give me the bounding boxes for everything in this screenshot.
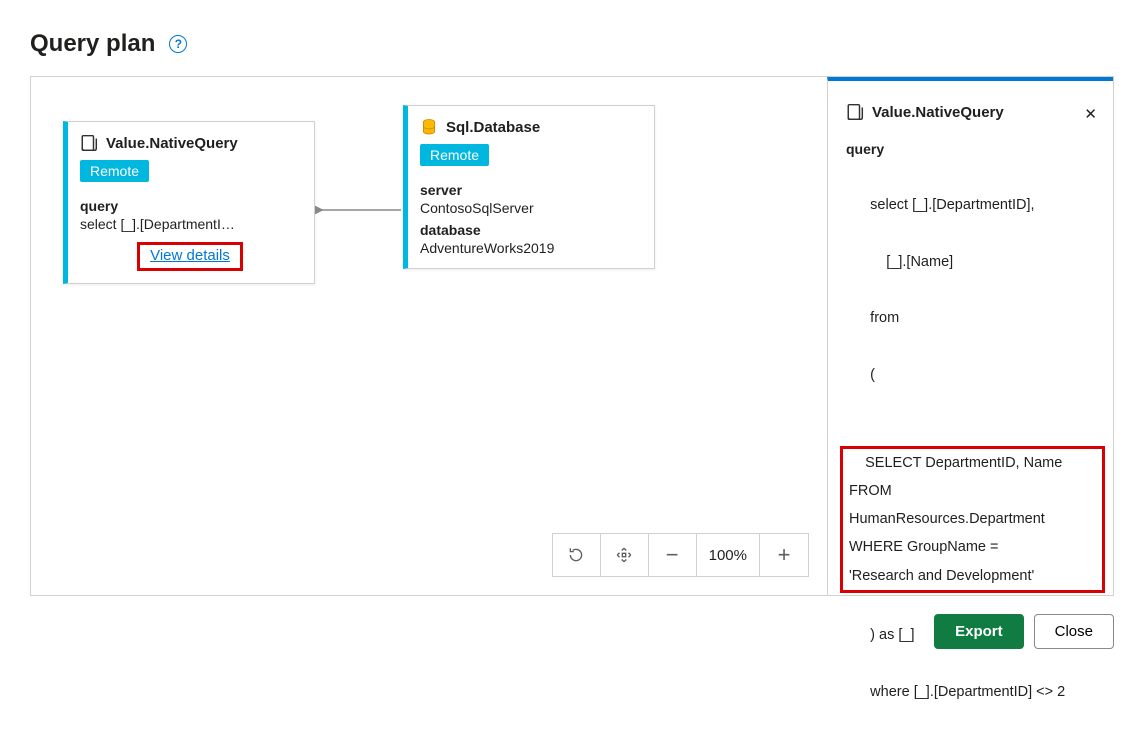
edge-arrow bbox=[315, 203, 403, 217]
zoom-in-button[interactable]: + bbox=[760, 534, 808, 576]
node-sql-database[interactable]: Sql.Database Remote server ContosoSqlSer… bbox=[403, 105, 655, 269]
view-details-highlight: View details bbox=[137, 242, 243, 271]
query-value: select [_].[DepartmentI… bbox=[80, 216, 300, 232]
view-details-link[interactable]: View details bbox=[150, 247, 230, 264]
node-title: Sql.Database bbox=[446, 119, 540, 136]
node-title: Value.NativeQuery bbox=[106, 135, 238, 152]
script-icon bbox=[80, 134, 98, 152]
fit-view-button[interactable] bbox=[601, 534, 649, 576]
help-icon[interactable]: ? bbox=[169, 35, 187, 53]
reset-view-button[interactable] bbox=[553, 534, 601, 576]
zoom-out-button[interactable]: − bbox=[649, 534, 697, 576]
close-icon[interactable]: ✕ bbox=[1084, 105, 1097, 123]
zoom-toolbar: − 100% + bbox=[552, 533, 809, 577]
remote-badge: Remote bbox=[80, 160, 149, 182]
query-plan-body: Value.NativeQuery Remote query select [_… bbox=[30, 76, 1114, 596]
page-title: Query plan bbox=[30, 30, 155, 58]
detail-panel: Value.NativeQuery ✕ query select [_].[De… bbox=[827, 77, 1113, 595]
remote-badge: Remote bbox=[420, 144, 489, 166]
detail-query-label: query bbox=[846, 141, 1097, 157]
highlighted-sql: SELECT DepartmentID, NameFROMHumanResour… bbox=[840, 446, 1105, 593]
detail-query-text: select [_].[DepartmentID], [_].[Name] fr… bbox=[846, 163, 1097, 734]
dialog-header: Query plan ? bbox=[30, 30, 1114, 58]
server-label: server bbox=[420, 182, 640, 198]
database-label: database bbox=[420, 222, 640, 238]
node-header: Value.NativeQuery bbox=[80, 134, 300, 152]
detail-title: Value.NativeQuery bbox=[872, 104, 1004, 121]
zoom-percent: 100% bbox=[697, 534, 760, 576]
node-header: Sql.Database bbox=[420, 118, 640, 136]
detail-header: Value.NativeQuery bbox=[846, 103, 1097, 121]
database-icon bbox=[420, 118, 438, 136]
query-plan-canvas[interactable]: Value.NativeQuery Remote query select [_… bbox=[31, 77, 827, 595]
script-icon bbox=[846, 103, 864, 121]
database-value: AdventureWorks2019 bbox=[420, 240, 640, 256]
node-value-nativequery[interactable]: Value.NativeQuery Remote query select [_… bbox=[63, 121, 315, 284]
server-value: ContosoSqlServer bbox=[420, 200, 640, 216]
query-label: query bbox=[80, 198, 300, 214]
